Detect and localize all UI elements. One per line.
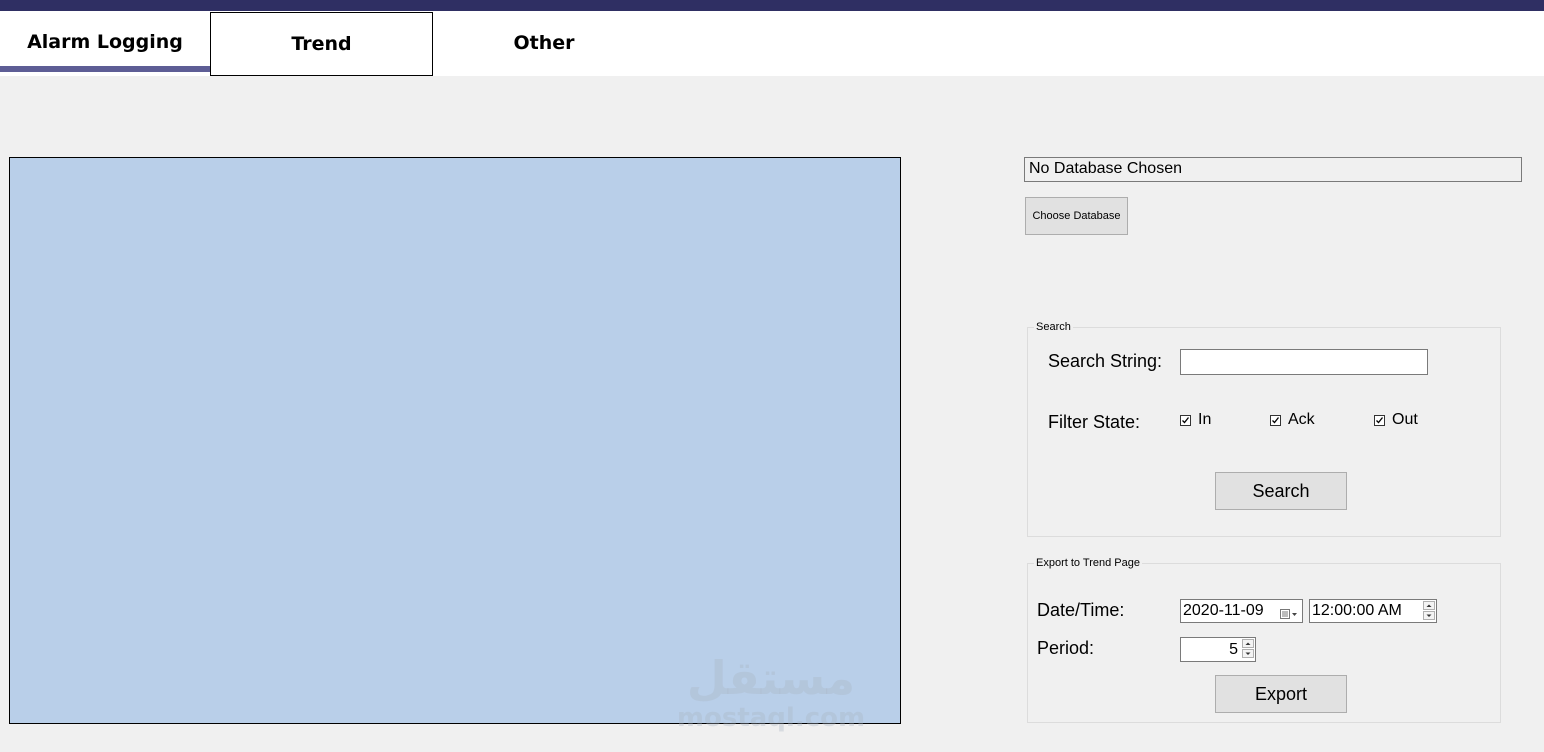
tab-alarm-logging-label: Alarm Logging [27, 31, 183, 53]
checkbox-checked-icon [1374, 414, 1385, 426]
period-value: 5 [1229, 641, 1238, 658]
calendar-dropdown-icon[interactable] [1280, 605, 1298, 619]
filter-in-label: In [1198, 411, 1212, 428]
export-button[interactable]: Export [1215, 675, 1347, 713]
tab-trend[interactable]: Trend [210, 12, 433, 76]
date-value: 2020-11-09 [1183, 602, 1264, 619]
spin-up-icon[interactable] [1242, 639, 1254, 648]
spin-down-icon[interactable] [1242, 649, 1254, 658]
filter-state-label: Filter State: [1048, 412, 1141, 432]
time-picker[interactable]: 12:00:00 AM [1309, 599, 1437, 623]
filter-out-checkbox[interactable]: Out [1374, 411, 1418, 429]
tab-other[interactable]: Other [433, 11, 655, 75]
time-spinner[interactable] [1423, 601, 1435, 621]
filter-out-label: Out [1392, 411, 1418, 428]
filter-ack-label: Ack [1288, 411, 1315, 428]
datetime-label: Date/Time: [1037, 600, 1125, 620]
export-group-title: Export to Trend Page [1034, 555, 1142, 571]
active-tab-underline [0, 66, 210, 72]
tab-trend-label: Trend [291, 33, 352, 55]
database-status-label: No Database Chosen [1024, 157, 1522, 182]
search-string-input[interactable] [1180, 349, 1428, 375]
date-picker[interactable]: 2020-11-09 [1180, 599, 1303, 623]
period-label: Period: [1037, 638, 1095, 658]
filter-in-checkbox[interactable]: In [1180, 411, 1211, 429]
search-string-label: Search String: [1048, 351, 1163, 371]
period-spinner[interactable] [1242, 639, 1254, 659]
watermark-logo: مستقل [686, 651, 856, 705]
tab-strip: Alarm Logging Trend Other [0, 11, 1544, 76]
period-numeric-input[interactable]: 5 [1180, 637, 1256, 662]
checkbox-checked-icon [1270, 414, 1281, 426]
search-button[interactable]: Search [1215, 472, 1347, 510]
spin-up-icon[interactable] [1423, 601, 1435, 610]
choose-database-button[interactable]: Choose Database [1025, 197, 1128, 235]
title-bar [0, 0, 1544, 11]
time-value: 12:00:00 AM [1312, 602, 1402, 619]
app-window: Alarm Logging Trend Other مستقل mostaql.… [0, 0, 1544, 752]
alarm-viewer-panel[interactable] [9, 157, 901, 724]
filter-ack-checkbox[interactable]: Ack [1270, 411, 1315, 429]
watermark-site: mostaql.com [676, 703, 866, 733]
tab-alarm-logging[interactable]: Alarm Logging [0, 11, 210, 75]
search-group-title: Search [1034, 319, 1073, 335]
spin-down-icon[interactable] [1423, 611, 1435, 620]
tab-other-label: Other [513, 32, 575, 54]
checkbox-checked-icon [1180, 414, 1191, 426]
